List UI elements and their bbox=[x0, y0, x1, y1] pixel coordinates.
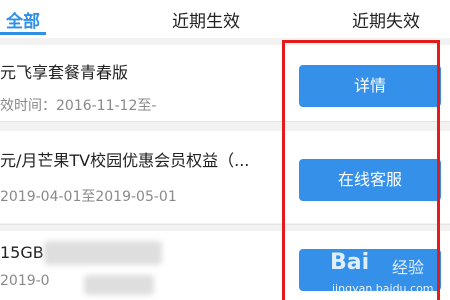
online-service-button[interactable]: 在线客服 bbox=[299, 159, 441, 201]
item-name: 元/月芒果TV校园优惠会员权益（... bbox=[0, 151, 250, 170]
watermark: Bai 经验 jingyan.baidu.com bbox=[330, 248, 448, 298]
item-name: 元飞享套餐青春版 bbox=[0, 63, 129, 82]
item-date: 效时间：2016-11-12至- bbox=[0, 98, 157, 114]
divider bbox=[0, 121, 450, 122]
details-button[interactable]: 详情 bbox=[299, 65, 441, 107]
divider bbox=[0, 224, 450, 225]
blurred-text bbox=[44, 241, 162, 265]
blurred-text bbox=[84, 275, 154, 295]
tab-recent-expired[interactable]: 近期失效 bbox=[352, 7, 420, 32]
list-item: 元/月芒果TV校园优惠会员权益（... 2019-04-01至2019-05-0… bbox=[0, 131, 450, 223]
item-date: 2019-0 bbox=[0, 273, 50, 289]
tab-bar: 全部 近期生效 近期失效 bbox=[0, 0, 450, 38]
item-date: 2019-04-01至2019-05-01 bbox=[0, 189, 177, 205]
active-tab-indicator bbox=[0, 32, 46, 35]
list-item: 元飞享套餐青春版 效时间：2016-11-12至- 详情 bbox=[0, 45, 450, 121]
watermark-logo: Bai bbox=[330, 250, 370, 275]
tab-recent-active[interactable]: 近期生效 bbox=[172, 7, 240, 32]
watermark-url: jingyan.baidu.com bbox=[332, 282, 434, 295]
item-name: 15GB bbox=[0, 243, 44, 262]
watermark-label: 经验 bbox=[392, 258, 425, 277]
tab-all[interactable]: 全部 bbox=[6, 7, 40, 32]
